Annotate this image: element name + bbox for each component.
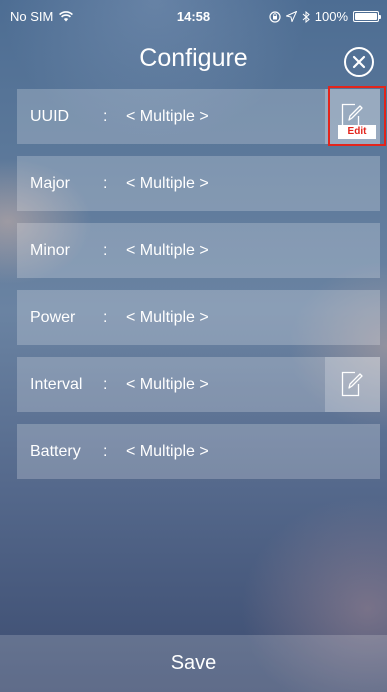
battery-percent: 100%: [314, 9, 348, 24]
navigation-bar: Configure: [0, 30, 387, 86]
row-value: < Multiple >: [126, 175, 209, 192]
row-label: Major: [30, 175, 71, 192]
edit-pencil-icon: [341, 371, 363, 397]
status-bar: No SIM 14:58 100%: [0, 0, 387, 30]
row-label: Interval: [30, 376, 83, 393]
edit-caption: Edit: [338, 125, 376, 139]
config-row-battery[interactable]: Battery : < Multiple >: [17, 424, 380, 479]
row-label: Battery: [30, 443, 81, 460]
config-row-interval[interactable]: Interval : < Multiple >: [17, 357, 380, 412]
bluetooth-icon: [302, 10, 310, 23]
row-colon: :: [103, 242, 108, 259]
status-right: 100%: [269, 9, 381, 24]
config-row-major[interactable]: Major : < Multiple >: [17, 156, 380, 211]
config-row-minor[interactable]: Minor : < Multiple >: [17, 223, 380, 278]
close-button[interactable]: [344, 47, 374, 77]
config-row-uuid[interactable]: UUID : < Multiple > Edit: [17, 86, 386, 146]
config-row-power[interactable]: Power : < Multiple >: [17, 290, 380, 345]
save-button[interactable]: Save: [0, 635, 387, 692]
battery-icon: [353, 11, 381, 22]
row-value: < Multiple >: [126, 242, 209, 259]
edit-highlight-annotation: Edit: [328, 86, 386, 146]
row-colon: :: [103, 443, 108, 460]
row-value: < Multiple >: [126, 108, 209, 125]
row-colon: :: [103, 309, 108, 326]
row-label: Minor: [30, 242, 71, 259]
page-title: Configure: [139, 44, 248, 72]
config-list: UUID : < Multiple > Edit Major : < Multi…: [17, 86, 386, 491]
interval-edit-button[interactable]: [325, 357, 380, 412]
lock-rotation-icon: [269, 10, 281, 23]
row-value: < Multiple >: [126, 443, 209, 460]
row-value: < Multiple >: [126, 376, 209, 393]
location-icon: [285, 11, 297, 22]
row-colon: :: [103, 175, 108, 192]
close-icon: [352, 55, 366, 69]
row-value: < Multiple >: [126, 309, 209, 326]
row-colon: :: [103, 376, 108, 393]
row-colon: :: [103, 108, 108, 125]
row-label: UUID: [30, 108, 70, 125]
row-label: Power: [30, 309, 76, 326]
